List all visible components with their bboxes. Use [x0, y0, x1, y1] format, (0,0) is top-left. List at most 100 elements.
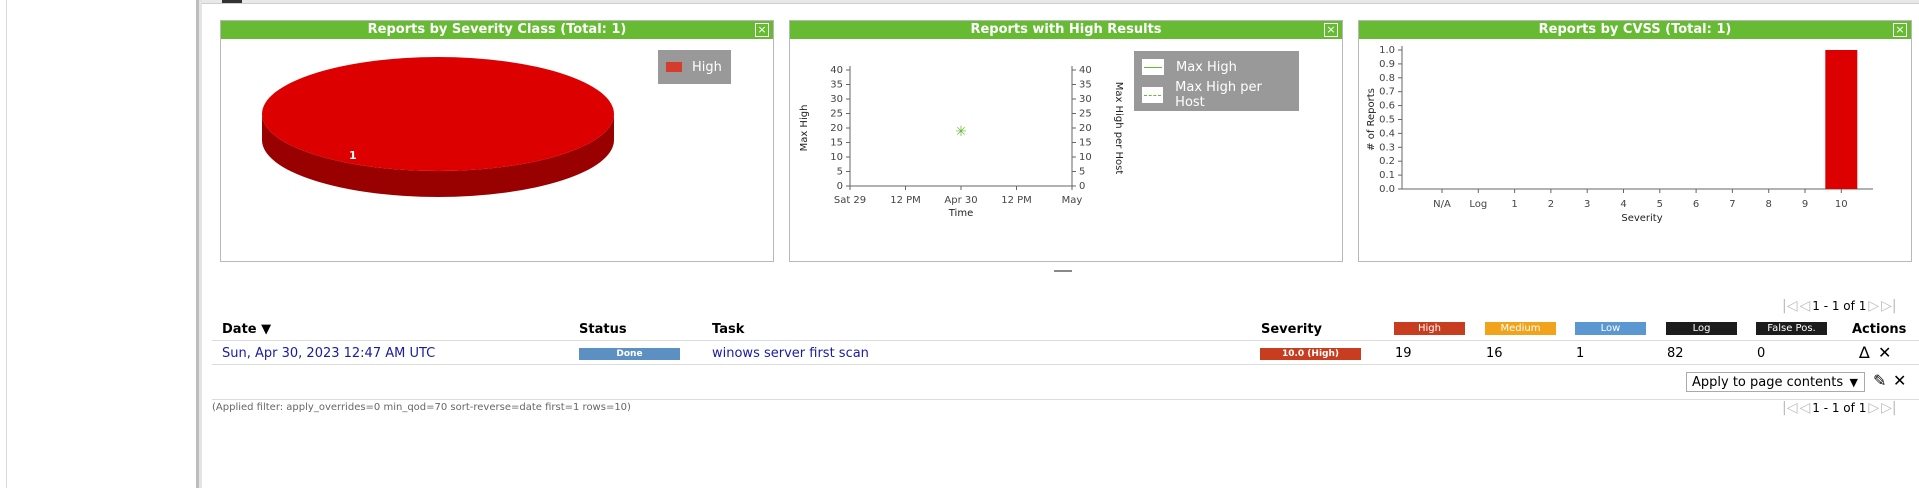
x-tick-label: 1	[1511, 199, 1517, 210]
bulk-action-select[interactable]: Apply to page contents ▼	[1686, 372, 1865, 392]
first-page-icon[interactable]: |◁	[1782, 298, 1797, 314]
column-header-low[interactable]: Low	[1575, 322, 1646, 335]
x-tick-label: 8	[1766, 199, 1772, 210]
close-icon[interactable]: ×	[1324, 23, 1338, 37]
x-tick-label: 2	[1548, 199, 1554, 210]
next-page-icon[interactable]: ▷	[1868, 298, 1879, 314]
pagination-text: 1 - 1 of 1	[1812, 299, 1867, 313]
pie-slice-label: 1	[349, 149, 357, 162]
count-low: 1	[1576, 346, 1585, 361]
close-icon[interactable]: ×	[1893, 23, 1907, 37]
severity-class-panel: Reports by Severity Class (Total: 1) × 1…	[220, 20, 774, 262]
legend-item-high: High	[658, 50, 731, 84]
filter-divider	[212, 399, 1919, 400]
last-page-icon[interactable]: ▷|	[1881, 298, 1896, 314]
y-tick-label-left: 5	[837, 167, 843, 178]
delete-icon[interactable]: ✕	[1878, 343, 1891, 362]
y-tick-label-right: 25	[1079, 109, 1092, 120]
top-bar-border	[202, 3, 1919, 4]
legend-label: High	[692, 59, 722, 75]
legend-label: Max High	[1176, 59, 1237, 75]
column-header-high[interactable]: High	[1394, 322, 1465, 335]
row-divider	[212, 364, 1919, 365]
column-header-date[interactable]: Date ▼	[222, 322, 271, 337]
cvss-panel: Reports by CVSS (Total: 1) × 0.0 0.1 0.2 0.…	[1358, 20, 1912, 262]
pagination-text: 1 - 1 of 1	[1812, 401, 1867, 415]
pagination-bottom: |◁ ◁ 1 - 1 of 1 ▷ ▷|	[1782, 400, 1897, 416]
y-tick-label: 0.8	[1379, 73, 1395, 84]
x-tick-label: May	[1062, 195, 1083, 206]
column-header-actions: Actions	[1852, 322, 1907, 337]
y-tick-label-right: 40	[1079, 65, 1092, 76]
x-tick-label: 5	[1657, 199, 1663, 210]
delta-icon[interactable]: ∆	[1859, 343, 1870, 362]
previous-page-icon[interactable]: ◁	[1799, 400, 1810, 416]
column-header-false-pos[interactable]: False Pos.	[1756, 322, 1827, 335]
left-frame	[0, 0, 197, 488]
panel-title: Reports with High Results	[790, 21, 1342, 39]
top-tab-marker	[222, 0, 242, 3]
y-tick-label: 0.2	[1379, 156, 1395, 167]
y-tick-label: 0.4	[1379, 128, 1395, 139]
legend-line-solid	[1142, 59, 1164, 75]
y-tick-label-left: 40	[830, 65, 843, 76]
legend-swatch	[666, 62, 682, 72]
y-tick-label: 0.7	[1379, 87, 1395, 98]
y-tick-label-left: 35	[830, 80, 843, 91]
x-tick-label: 12 PM	[890, 195, 921, 206]
x-tick-label: 12 PM	[1001, 195, 1032, 206]
y-tick-label-right: 20	[1079, 123, 1092, 134]
x-tick-label: 6	[1693, 199, 1699, 210]
y-tick-label: 0.5	[1379, 115, 1395, 126]
status-badge: Done	[579, 348, 680, 360]
severity-legend: High	[658, 50, 731, 84]
tag-icon[interactable]: ✎	[1873, 371, 1886, 390]
y-tick-label-right: 15	[1079, 138, 1092, 149]
close-icon[interactable]: ×	[755, 23, 769, 37]
column-header-log[interactable]: Log	[1666, 322, 1737, 335]
y-tick-label-left: 0	[837, 181, 843, 192]
report-date-link[interactable]: Sun, Apr 30, 2023 12:47 AM UTC	[222, 346, 435, 361]
legend-item-max-high: Max High	[1134, 53, 1299, 81]
high-results-panel: Reports with High Results × 0 0 5 5 10 10 15 15…	[789, 20, 1343, 262]
y-tick-label-right: 30	[1079, 94, 1092, 105]
count-log: 82	[1667, 346, 1684, 361]
y-tick-label: 0.3	[1379, 142, 1395, 153]
last-page-icon[interactable]: ▷|	[1881, 400, 1896, 416]
x-tick-label: Apr 30	[944, 195, 977, 206]
column-header-severity[interactable]: Severity	[1261, 322, 1322, 337]
high-results-legend: Max High Max High per Host	[1134, 51, 1299, 111]
legend-label: Max High per Host	[1175, 80, 1262, 110]
column-header-medium[interactable]: Medium	[1485, 322, 1556, 335]
x-tick-label: 7	[1729, 199, 1735, 210]
column-header-status[interactable]: Status	[579, 322, 627, 337]
y-axis-label: # of Reports	[1366, 88, 1377, 151]
panel-resize-handle[interactable]	[1054, 270, 1072, 272]
bulk-delete-icon[interactable]: ✕	[1893, 371, 1906, 390]
task-link[interactable]: winows server first scan	[712, 346, 869, 361]
previous-page-icon[interactable]: ◁	[1799, 298, 1810, 314]
x-tick-label: 9	[1802, 199, 1808, 210]
pagination-top: |◁ ◁ 1 - 1 of 1 ▷ ▷|	[1782, 298, 1897, 314]
left-frame-border	[6, 0, 7, 488]
x-tick-label: Log	[1469, 199, 1487, 210]
legend-line-dashed	[1142, 87, 1164, 103]
column-header-task[interactable]: Task	[712, 322, 744, 337]
y-tick-label-left: 30	[830, 94, 843, 105]
y-tick-label-left: 25	[830, 109, 843, 120]
x-tick-label: Sat 29	[834, 195, 866, 206]
panel-title: Reports by Severity Class (Total: 1)	[221, 21, 773, 39]
y-tick-label-right: 10	[1079, 152, 1092, 163]
y-tick-label-right: 5	[1079, 167, 1085, 178]
y-tick-label: 0.1	[1379, 170, 1395, 181]
next-page-icon[interactable]: ▷	[1868, 400, 1879, 416]
bulk-action-label: Apply to page contents	[1692, 375, 1844, 390]
frame-divider-shadow	[199, 0, 202, 488]
x-tick-label: 4	[1620, 199, 1626, 210]
y-tick-label-left: 15	[830, 138, 843, 149]
first-page-icon[interactable]: |◁	[1782, 400, 1797, 416]
y2-axis-label: Max High per Host	[1113, 82, 1124, 175]
x-tick-label: 10	[1835, 199, 1848, 210]
y-tick-label: 0.6	[1379, 101, 1395, 112]
y-tick-label: 0.0	[1379, 184, 1395, 195]
